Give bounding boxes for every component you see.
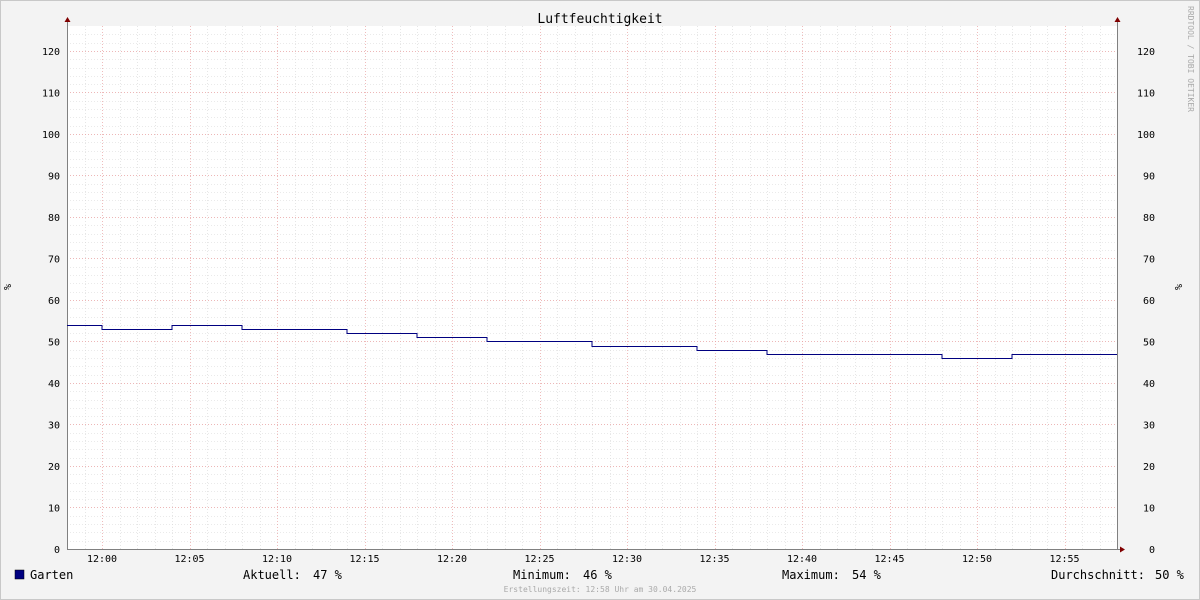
x-tick-label: 12:10 [262,554,292,565]
y-tick-label-right: 70 [1143,254,1155,265]
y-tick-label-right: 10 [1143,503,1155,514]
y-tick-label-right: 110 [1137,88,1155,99]
x-tick-label: 12:55 [1049,554,1079,565]
x-tick-label: 12:50 [962,554,992,565]
y-tick-label-left: 30 [48,420,60,431]
stats-max-value: 54 % [852,568,882,582]
x-tick-label: 12:05 [174,554,204,565]
y-tick-label-right: 60 [1143,296,1155,307]
y-tick-label-left: 120 [42,47,60,58]
legend: Garten [14,568,73,582]
y-tick-label-left: 80 [48,213,60,224]
y-tick-label-right: 50 [1143,337,1155,348]
x-axis-arrow [1120,546,1125,553]
stats-avg-label: Durchschnitt: [1051,568,1145,582]
y-tick-label-left: 10 [48,503,60,514]
y-tick-label-right: 40 [1143,379,1155,390]
y-tick-label-right: 20 [1143,462,1155,473]
stats-current-label: Aktuell: [243,568,301,582]
stats-average: Durchschnitt: 50 % [1051,568,1185,582]
x-tick-label: 12:00 [87,554,117,565]
y-tick-label-left: 40 [48,379,60,390]
stats-min-label: Minimum: [513,568,571,582]
legend-label-garten: Garten [30,568,73,582]
y-tick-label-right: 90 [1143,171,1155,182]
y-tick-label-left: 90 [48,171,60,182]
x-tick-label: 12:25 [524,554,554,565]
x-tick-label: 12:15 [349,554,379,565]
stats-min-value: 46 % [583,568,613,582]
y-axis-arrow-right [1114,17,1121,22]
footer-timestamp: Erstellungszeit: 12:58 Uhr am 30.04.2025 [504,585,697,594]
x-tick-label: 12:20 [437,554,467,565]
y-tick-label-right: 80 [1143,213,1155,224]
y-tick-label-right: 30 [1143,420,1155,431]
x-tick-label: 12:30 [612,554,642,565]
y-tick-label-right: 100 [1137,130,1155,141]
stats-avg-value: 50 % [1155,568,1185,582]
stats-current-value: 47 % [313,568,343,582]
y-tick-label-left: 110 [42,88,60,99]
x-tick-label: 12:45 [874,554,904,565]
stats-minimum: Minimum: 46 % [513,568,613,582]
y-tick-label-left: 60 [48,296,60,307]
x-tick-label: 12:40 [787,554,817,565]
y-axis-arrow-left [64,17,71,22]
y-tick-label-left: 20 [48,462,60,473]
chart: 0 0 10 10 20 20 30 30 40 40 50 50 60 60 70 70 80 80 90 90 10… [3,6,1195,594]
stats-current: Aktuell: 47 % [243,568,343,582]
y-tick-label-left: 0 [54,545,60,556]
watermark: RRDTOOL / TOBI OETIKER [1186,6,1195,112]
chart-title: Luftfeuchtigkeit [537,12,662,27]
x-tick-label: 12:35 [699,554,729,565]
stats-maximum: Maximum: 54 % [782,568,882,582]
y-tick-label-left: 70 [48,254,60,265]
y-tick-label-left: 50 [48,337,60,348]
y-tick-label-right: 0 [1149,545,1155,556]
y-tick-label-left: 100 [42,130,60,141]
plot-area [67,26,1117,549]
y-tick-label-right: 120 [1137,47,1155,58]
stats-max-label: Maximum: [782,568,840,582]
y-axis-label-right: % [1174,284,1185,290]
legend-swatch-garten [14,569,25,580]
y-axis-label-left: % [3,284,14,290]
